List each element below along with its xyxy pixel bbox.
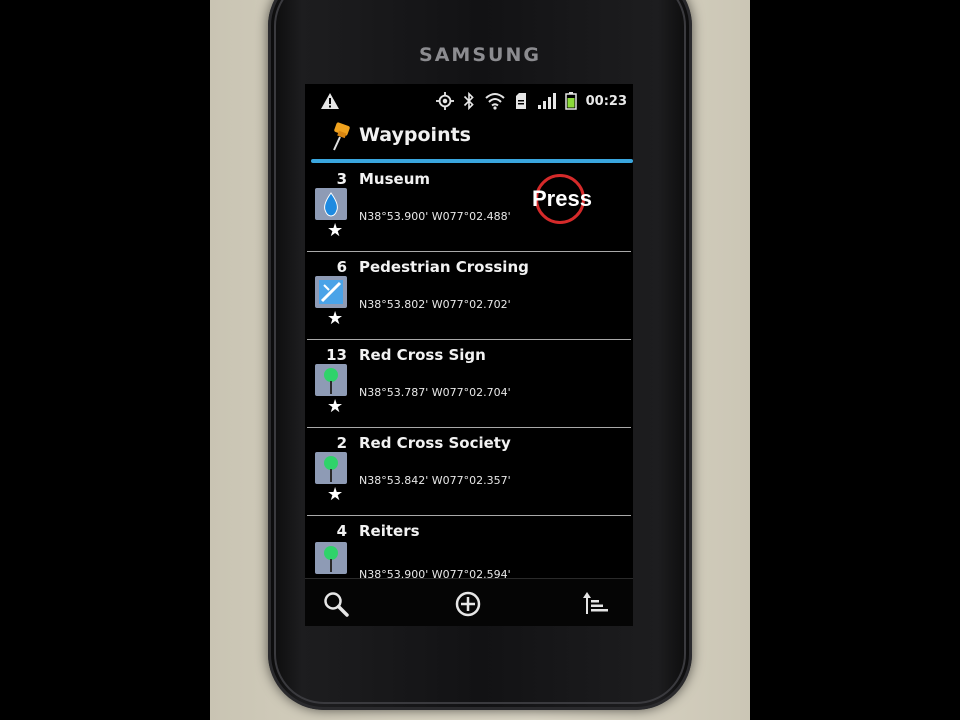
status-bar: 00:23 [305, 84, 633, 118]
star-icon[interactable]: ★ [327, 486, 343, 504]
waypoint-name: Red Cross Sign [359, 346, 486, 364]
waypoint-number: 6 [336, 258, 347, 276]
waypoint-coords: N38°53.900' W077°02.594' [359, 568, 511, 578]
hardware-buttons [268, 625, 692, 649]
wifi-icon [485, 93, 505, 110]
bluetooth-icon [463, 92, 474, 110]
list-item[interactable]: 13 Red Cross Sign N38°53.787' W077°02.70… [305, 340, 633, 428]
press-annotation: Press [532, 186, 592, 211]
list-item[interactable]: 6 Pedestrian Crossing N38°53.802' W077°0… [305, 252, 633, 340]
sd-card-icon [516, 93, 526, 109]
list-item[interactable]: 2 Red Cross Society N38°53.842' W077°02.… [305, 428, 633, 516]
clock: 00:23 [585, 94, 627, 109]
sort-icon[interactable] [581, 589, 611, 619]
waypoint-number: 3 [336, 170, 347, 188]
waypoint-coords: N38°53.900' W077°02.488' [359, 210, 511, 223]
waypoint-number: 2 [336, 434, 347, 452]
star-icon[interactable]: ★ [327, 222, 343, 240]
waypoint-coords: N38°53.802' W077°02.702' [359, 298, 511, 311]
search-icon[interactable] [321, 589, 351, 619]
green-pin-icon [315, 364, 347, 396]
warning-icon [321, 93, 339, 109]
green-pin-icon [315, 452, 347, 484]
phone-screen: 00:23 Waypoints 3 Museum N38°53.900' W07… [305, 84, 633, 626]
title-underline [311, 159, 633, 163]
page-title: Waypoints [359, 124, 471, 146]
waypoint-name: Reiters [359, 522, 420, 540]
waypoint-number: 13 [326, 346, 347, 364]
green-pin-icon [315, 542, 347, 574]
gps-icon [436, 92, 454, 110]
pushpin-icon [333, 122, 350, 151]
photo-stage: SAMSUNG 00:23 Waypoints 3 Museum N38°53.… [0, 0, 960, 720]
waypoint-number: 4 [336, 522, 347, 540]
add-icon[interactable] [453, 589, 483, 619]
battery-icon [565, 92, 577, 110]
waypoint-name: Red Cross Society [359, 434, 511, 452]
star-icon[interactable]: ★ [327, 398, 343, 416]
waypoint-name: Pedestrian Crossing [359, 258, 529, 276]
brand-logo: SAMSUNG [419, 44, 541, 66]
title-bar: Waypoints [305, 118, 633, 158]
star-icon[interactable]: ★ [327, 310, 343, 328]
crossing-icon [315, 276, 347, 308]
bottom-action-bar [305, 578, 633, 626]
water-drop-icon [315, 188, 347, 220]
waypoint-coords: N38°53.842' W077°02.357' [359, 474, 511, 487]
signal-icon [538, 93, 556, 109]
list-item[interactable]: 4 Reiters N38°53.900' W077°02.594' [305, 516, 633, 578]
waypoint-name: Museum [359, 170, 431, 188]
waypoint-coords: N38°53.787' W077°02.704' [359, 386, 511, 399]
